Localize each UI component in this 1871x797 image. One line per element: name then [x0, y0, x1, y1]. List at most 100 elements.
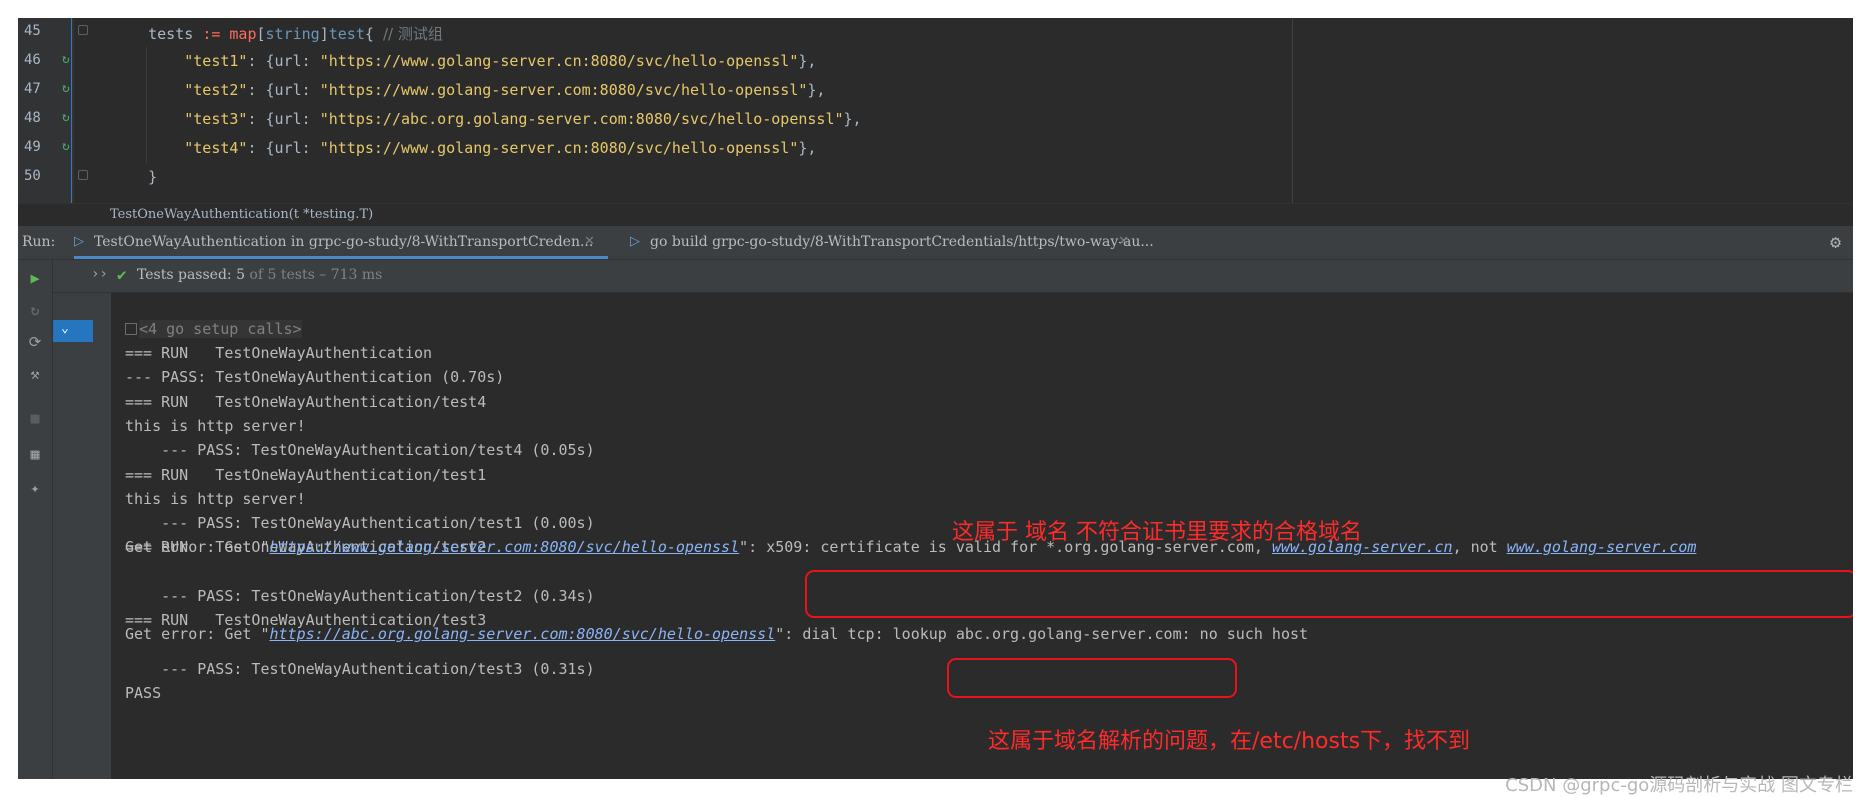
annotation-dns-issue: 这属于域名解析的问题，在/etc/hosts下，找不到	[988, 729, 1471, 754]
code-token: map	[229, 25, 257, 43]
line-number: 45	[24, 23, 41, 39]
rerun-play-icon[interactable]: ▶	[25, 268, 45, 288]
code-token: {	[364, 25, 383, 43]
code-token: ]	[319, 25, 329, 43]
wrench-icon[interactable]: ⚒	[25, 364, 45, 384]
test-config-icon: ▷	[74, 234, 84, 249]
console-line: === RUN TestOneWayAuthentication/test4	[125, 392, 487, 411]
stop-icon[interactable]: ■	[25, 408, 45, 428]
tests-passed-count: Tests passed: 5	[137, 267, 245, 283]
test-tree-root[interactable]: ⌄	[53, 320, 93, 342]
code-editor[interactable]: 45 tests := map[string]test{ // 测试组 46 ↻ "…	[18, 18, 1853, 203]
setup-calls-line[interactable]: <4 go setup calls>	[125, 320, 302, 338]
test-status-row: ›› ✔ Tests passed: 5 of 5 tests – 713 ms	[53, 260, 1853, 293]
console-line: this is http server!	[125, 416, 306, 435]
run-test-gutter-icon[interactable]: ↻	[62, 110, 78, 126]
url-link[interactable]: www.golang-server.com	[1507, 538, 1697, 556]
code-line[interactable]: 45 tests := map[string]test{ // 测试组	[18, 18, 1853, 47]
run-test-gutter-icon[interactable]: ↻	[62, 139, 78, 155]
rerun-failed-icon[interactable]: ↻	[25, 300, 45, 320]
line-number: 49	[24, 139, 41, 155]
pin-icon[interactable]: ✦	[25, 478, 45, 498]
code-text: "test3": {url: "https://abc.org.golang-s…	[112, 110, 861, 128]
run-test-gutter-icon[interactable]: ↻	[62, 81, 78, 97]
console-line: --- PASS: TestOneWayAuthentication/test3…	[125, 659, 595, 678]
tab-go-build[interactable]: ▷ go build grpc-go-study/8-WithTransport…	[630, 226, 1154, 259]
console-line: PASS	[125, 684, 162, 703]
chevron-down-icon: ⌄	[61, 321, 69, 336]
run-side-toolbar: ▶ ↻ ⟳ ⚒ ■ ▦ ✦	[18, 260, 53, 779]
layout-icon[interactable]: ▦	[25, 444, 45, 464]
line-number: 47	[24, 81, 41, 97]
console-line-err3: Get error: Get "https://abc.org.golang-s…	[125, 625, 1309, 643]
code-token: "test1"	[184, 52, 248, 70]
go-build-icon: ▷	[630, 234, 640, 249]
close-icon[interactable]: ✕	[1118, 234, 1129, 249]
code-text: "test2": {url: "https://www.golang-serve…	[112, 81, 825, 99]
code-token: },	[798, 139, 817, 157]
breadcrumb-function[interactable]: TestOneWayAuthentication(t *testing.T)	[110, 207, 373, 222]
line-number: 48	[24, 110, 41, 126]
code-token: "https://www.golang-server.cn:8080/svc/h…	[319, 52, 799, 70]
console-line: --- PASS: TestOneWayAuthentication/test4…	[125, 441, 595, 460]
active-tab-indicator	[74, 256, 608, 259]
code-line[interactable]: 48 ↻ "test3": {url: "https://abc.org.gola…	[18, 105, 1853, 134]
console-line: === RUN TestOneWayAuthentication	[125, 344, 433, 362]
console-line: this is http server!	[125, 489, 306, 508]
toggle-auto-test-icon[interactable]: ⟳	[25, 332, 45, 352]
code-token: },	[798, 52, 817, 70]
console-line-err2: Get error: Get "https://www.golang-serve…	[125, 538, 1697, 556]
ide-window: 45 tests := map[string]test{ // 测试组 46 ↻ "…	[18, 18, 1853, 779]
code-token: tests	[112, 25, 203, 43]
url-link[interactable]: https://abc.org.golang-server.com:8080/s…	[270, 625, 776, 643]
code-token: : {url:	[247, 81, 320, 99]
run-test-gutter-icon[interactable]: ↻	[62, 52, 78, 68]
code-line[interactable]: 50 }	[18, 163, 1853, 192]
setup-calls: <4 go setup calls>	[139, 320, 302, 338]
code-text: "test1": {url: "https://www.golang-serve…	[112, 52, 816, 70]
console-line: --- PASS: TestOneWayAuthentication (0.70…	[125, 368, 505, 387]
code-text: tests := map[string]test{ // 测试组	[112, 23, 443, 44]
check-icon: ✔	[117, 265, 127, 284]
watermark: CSDN @grpc-go源码剖析与实战 图文专栏	[1505, 775, 1853, 796]
code-text: "test4": {url: "https://www.golang-serve…	[112, 139, 816, 157]
expand-icon[interactable]: ››	[91, 266, 108, 282]
console-line: === RUN TestOneWayAuthentication/test1	[125, 465, 487, 484]
code-line[interactable]: 46 ↻ "test1": {url: "https://www.golang-s…	[18, 47, 1853, 76]
code-text: }	[112, 168, 157, 186]
code-token: // 测试组	[382, 25, 443, 43]
url-link[interactable]: https://www.golang-server.com:8080/svc/h…	[270, 538, 740, 556]
fold-icon[interactable]	[78, 170, 88, 180]
code-token: : {url:	[247, 52, 320, 70]
code-token: : {url:	[247, 139, 320, 157]
fold-icon[interactable]	[78, 25, 88, 35]
code-token: "test3"	[184, 110, 248, 128]
code-line[interactable]: 49 ↻ "test4": {url: "https://www.golang-s…	[18, 134, 1853, 163]
breadcrumb[interactable]: TestOneWayAuthentication(t *testing.T)	[18, 203, 1853, 226]
code-token: }	[112, 168, 158, 186]
tab-test-run[interactable]: ▷ TestOneWayAuthentication in grpc-go-st…	[74, 226, 608, 259]
annotation-cert-mismatch: 这属于 域名 不符合证书里要求的合格域名	[952, 520, 1362, 545]
code-token: test	[328, 25, 365, 43]
gear-icon[interactable]: ⚙	[1830, 232, 1841, 253]
code-token: "https://www.golang-server.com:8080/svc/…	[319, 81, 808, 99]
tests-passed-detail: of 5 tests – 713 ms	[244, 267, 383, 283]
code-line[interactable]: 47 ↻ "test2": {url: "https://www.golang-s…	[18, 76, 1853, 105]
tab-test-run-label: TestOneWayAuthentication in grpc-go-stud…	[94, 234, 594, 250]
console-line: --- PASS: TestOneWayAuthentication/test2…	[125, 587, 595, 605]
tab-go-build-label: go build grpc-go-study/8-WithTransportCr…	[650, 234, 1154, 250]
code-token: "https://www.golang-server.cn:8080/svc/h…	[319, 139, 799, 157]
highlight-lookup-error	[947, 658, 1237, 698]
code-token: [	[256, 25, 266, 43]
run-toolbar: Run: ▷ TestOneWayAuthentication in grpc-…	[18, 226, 1853, 260]
code-token: },	[807, 81, 826, 99]
code-token: string	[265, 25, 320, 43]
close-icon[interactable]: ✕	[584, 234, 595, 249]
code-token: : {url:	[247, 110, 320, 128]
code-token: "test4"	[184, 139, 248, 157]
line-number: 46	[24, 52, 41, 68]
